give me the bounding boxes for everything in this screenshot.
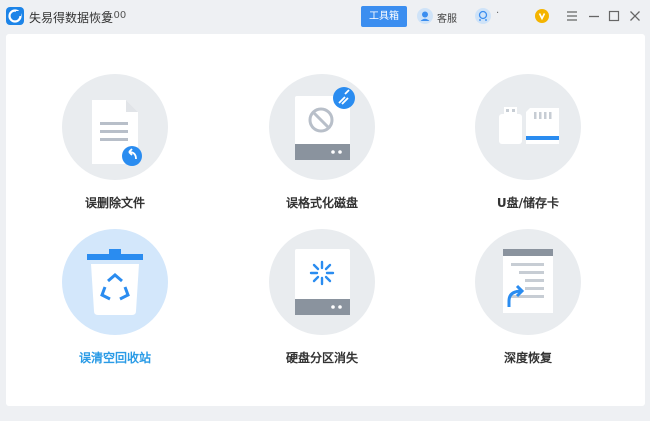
minimize-icon[interactable] (586, 8, 602, 24)
toolbox-button[interactable]: 工具箱 (361, 6, 407, 27)
deep-recovery-icon (503, 249, 553, 313)
tile-deleted-file[interactable]: 误删除文件 (39, 74, 179, 224)
main-panel: 误删除文件 误格式化磁盘 U盘/储存卡 误清空回收站 硬盘分区消失 深度恢复 (6, 34, 645, 406)
tile-label: 误删除文件 (84, 196, 145, 210)
tile-label: 误格式化磁盘 (285, 196, 358, 210)
vip-icon[interactable] (535, 9, 549, 23)
menu-icon[interactable] (564, 8, 580, 24)
tile-formatted-disk[interactable]: 误格式化磁盘 (246, 74, 386, 224)
maximize-icon[interactable] (606, 8, 622, 24)
usb-sdcard-icon (499, 107, 559, 144)
tile-label: 误清空回收站 (78, 351, 151, 365)
tile-label: 硬盘分区消失 (285, 351, 358, 365)
user-name[interactable]: · (496, 8, 499, 19)
formatted-disk-icon (295, 87, 355, 160)
tile-usb-sdcard[interactable]: U盘/储存卡 (452, 74, 592, 224)
app-logo-icon (6, 7, 24, 25)
tile-label: 深度恢复 (503, 351, 552, 365)
app-title: 失易得数据恢复 (29, 11, 114, 25)
tile-deep-recovery[interactable]: 深度恢复 (452, 229, 592, 379)
lost-partition-icon (295, 249, 350, 315)
user-icon[interactable] (475, 8, 491, 24)
service-label[interactable]: 客服 (437, 10, 457, 25)
tile-label: U盘/储存卡 (496, 196, 560, 210)
service-icon[interactable] (417, 8, 433, 24)
deleted-file-icon (92, 100, 142, 166)
title-bar: 失易得数据恢复 7.00 工具箱 客服 · (0, 0, 650, 33)
tile-recycle-bin[interactable]: 误清空回收站 (39, 229, 179, 379)
tile-lost-partition[interactable]: 硬盘分区消失 (246, 229, 386, 379)
recycle-bin-icon (87, 249, 143, 315)
close-icon[interactable] (627, 8, 643, 24)
app-version: 7.00 (104, 10, 127, 21)
